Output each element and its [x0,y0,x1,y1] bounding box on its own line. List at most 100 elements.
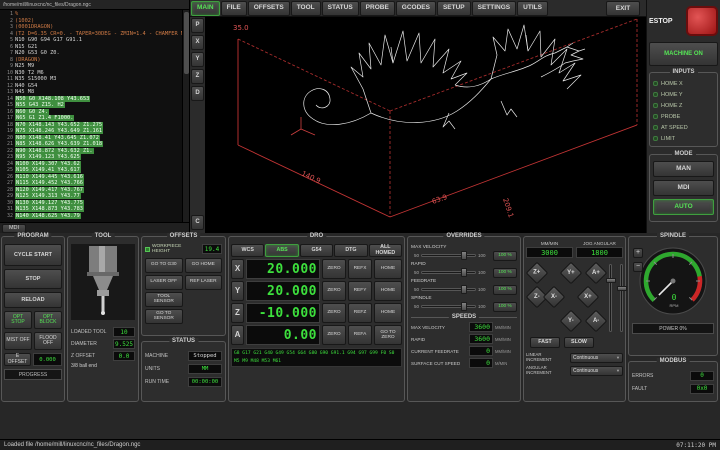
menu-tab[interactable]: MAIN [191,1,220,16]
mode-button[interactable]: AUTO [653,199,714,215]
menu-tab[interactable]: OFFSETS [248,1,290,16]
stop-button[interactable]: STOP [4,269,62,289]
linear-increment-select[interactable]: Continuous ▼ [570,353,623,363]
dro-zero-button[interactable]: ZERO [322,303,346,323]
go-home-button[interactable]: GO HOME [185,258,223,273]
dro-mode-button[interactable]: ABS [265,244,298,257]
flood-button[interactable]: FLOOD OFF [34,332,62,350]
dro-mode-button[interactable]: WCS [231,244,264,257]
dro-ref-button[interactable]: REFA [348,325,372,345]
override-slider[interactable] [421,284,476,295]
override-slider-handle[interactable] [461,285,467,294]
laser-toggle-button[interactable]: LASER OFF [145,275,183,290]
go-to-sensor-button[interactable]: GO TO SENSOR [145,309,183,324]
menu-tab[interactable]: SETTINGS [472,1,517,16]
menu-tab[interactable]: GCODES [396,1,436,16]
go-to-g30-button[interactable]: GO TO G30 [145,258,183,273]
dro-axis-letter[interactable]: A [231,325,244,345]
eoffset-button[interactable]: E OFFSET [4,353,31,366]
view-button[interactable]: P [191,18,204,33]
cycle-start-button[interactable]: CYCLE START [4,244,62,266]
gcode-3d-preview[interactable]: 35.0 140.9 63.9 209.1 [205,17,646,233]
menu-tab[interactable]: TOOL [291,1,321,16]
ref-laser-button[interactable]: REF LASER [185,275,223,290]
workpiece-height-checkbox[interactable] [145,247,150,252]
dro-zero-button[interactable]: ZERO [322,259,346,279]
dro-home-button[interactable]: HOME [374,259,402,279]
gcode-line-text: N135 X148.873 Y43.783 [15,206,84,212]
dro-home-button[interactable]: HOME [374,281,402,301]
jog-fast-button[interactable]: FAST [530,337,560,348]
opt-block-button[interactable]: OPT BLOCK [34,311,62,329]
dro-axis-letter[interactable]: Z [231,303,244,323]
menu-tab[interactable]: STATUS [322,1,359,16]
tab-mdi[interactable]: MDI [2,224,26,233]
menu-tab[interactable]: SETUP [437,1,471,16]
dro-axis-letter[interactable]: Y [231,281,244,301]
menu-tab[interactable]: PROBE [360,1,395,16]
jog-a-minus-button[interactable]: A- [585,310,608,333]
override-reset-button[interactable]: 100 % [493,285,517,295]
override-slider[interactable] [421,250,476,261]
override-slider-handle[interactable] [461,302,467,311]
view-button[interactable]: C [191,215,204,230]
view-button[interactable]: D [191,86,204,101]
dro-ref-button[interactable]: REFX [348,259,372,279]
dro-zero-button[interactable]: ZERO [322,325,346,345]
spindle-lower-button[interactable]: − [633,262,643,272]
units-value: MM [188,364,222,374]
jog-z-plus-button[interactable]: Z+ [526,262,549,285]
dro-zero-button[interactable]: ZERO [322,281,346,301]
dro-mode-button[interactable]: ALL HOMED [369,244,402,257]
gcode-line[interactable]: 32 N140 X148.625 Y43.79 [0,213,182,220]
estop-button[interactable] [686,6,718,36]
jog-linear-slider-handle[interactable] [606,278,616,283]
override-slider-group: MAX VELOCITY 50 100 100 % [411,245,517,261]
view-button[interactable]: X [191,35,204,50]
gcode-line[interactable]: 4 (T2 D=6.35 CR=0. - TAPER=30DEG - ZMIN=… [0,31,182,38]
override-reset-button[interactable]: 100 % [493,302,517,312]
menu-tab[interactable]: UTILS [517,1,548,16]
dro-ref-button[interactable]: REFZ [348,303,372,323]
jog-angular-slider[interactable] [617,264,627,332]
jog-x-plus-button[interactable]: X+ [577,286,600,309]
override-slider-handle[interactable] [461,251,467,260]
preview-canvas[interactable]: 35.0 140.9 63.9 209.1 [205,17,646,233]
mode-button[interactable]: MDI [653,180,714,196]
machine-on-button[interactable]: MACHINE ON [649,42,718,66]
angular-increment-select[interactable]: Continuous ▼ [570,366,623,376]
override-slider[interactable] [421,301,476,312]
gcode-line-list[interactable]: 1 % 2 (1002) 3 (0001DRAGON) 4 (T2 D=6.35… [0,10,182,222]
dro-ref-button[interactable]: REFY [348,281,372,301]
mode-button[interactable]: MAN [653,161,714,177]
reload-button[interactable]: RELOAD [4,292,62,308]
jog-linear-slider[interactable] [606,264,616,332]
tool-sensor-button[interactable]: TOOL SENSOR [145,292,183,307]
gcode-scrollbar-thumb[interactable] [184,12,189,74]
jog-x-minus-button[interactable]: X- [543,286,566,309]
jog-y-plus-button[interactable]: Y+ [560,262,583,285]
exit-button[interactable]: EXIT [606,1,640,16]
dro-axis-value: 20.000 [246,259,320,279]
dro-mode-button[interactable]: DTG [334,244,367,257]
dro-axis-rows: X 20.000 ZERO REFX HOME Y 20.000 ZERO RE… [231,259,402,345]
override-slider[interactable] [421,267,476,278]
dro-mode-button[interactable]: G54 [300,244,333,257]
dro-home-button[interactable]: HOME [374,303,402,323]
menu-tab[interactable]: FILE [221,1,247,16]
opt-stop-button[interactable]: OPT STOP [4,311,32,329]
jog-slow-button[interactable]: SLOW [564,337,594,348]
mist-button[interactable]: MIST OFF [4,332,32,350]
view-button[interactable]: Y [191,52,204,67]
view-button[interactable]: Z [191,69,204,84]
spindle-raise-button[interactable]: + [633,248,643,258]
override-reset-button[interactable]: 100 % [493,268,517,278]
jog-y-minus-button[interactable]: Y- [560,310,583,333]
override-reset-button[interactable]: 100 % [493,251,517,261]
dro-axis-letter[interactable]: X [231,259,244,279]
override-slider-handle[interactable] [461,268,467,277]
dro-home-button[interactable]: GO TO ZERO [374,325,402,345]
jog-angular-slider-handle[interactable] [617,286,627,291]
gcode-scrollbar[interactable] [182,10,189,222]
jog-a-plus-button[interactable]: A+ [585,262,608,285]
